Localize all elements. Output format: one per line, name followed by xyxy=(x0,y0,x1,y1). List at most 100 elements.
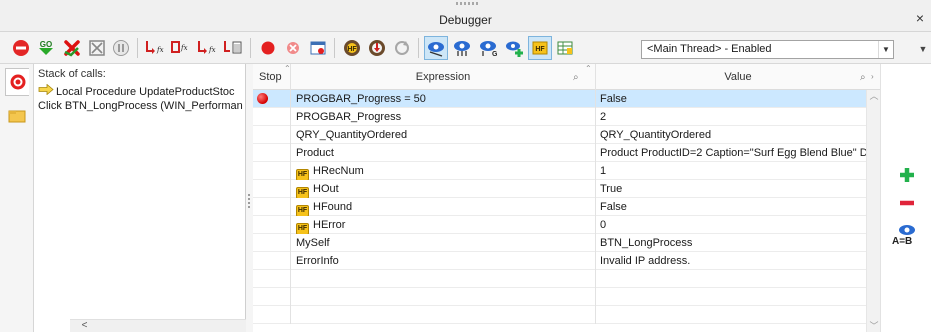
expression-cell[interactable]: HF HOut xyxy=(291,180,596,198)
search-icon[interactable]: ⌕ xyxy=(573,65,579,91)
go-button[interactable]: GO xyxy=(34,36,58,60)
column-header-stop[interactable]: Stop ⌃ xyxy=(253,64,291,90)
table-row[interactable]: HF HError 0 xyxy=(253,216,880,234)
value-cell[interactable]: BTN_LongProcess xyxy=(596,234,866,252)
table-row[interactable]: Product Product ProductID=2 Caption="Sur… xyxy=(253,144,880,162)
call-stack-row[interactable]: Click BTN_LongProcess (WIN_Performan xyxy=(38,99,244,114)
table-row[interactable]: QRY_QuantityOrdered QRY_QuantityOrdered xyxy=(253,126,880,144)
right-action-bar: A=B xyxy=(880,64,931,332)
tab-stack[interactable] xyxy=(5,68,29,96)
call-stack-row-label: Click BTN_LongProcess (WIN_Performan xyxy=(38,100,243,112)
table-row[interactable]: HF HOut True xyxy=(253,180,880,198)
stop-cell[interactable] xyxy=(253,288,291,306)
trace-button[interactable] xyxy=(365,36,389,60)
chevron-down-icon[interactable]: ﹀ xyxy=(867,320,881,332)
expression-text: HRecNum xyxy=(313,165,364,177)
stop-cell[interactable] xyxy=(253,252,291,270)
stop-cell[interactable] xyxy=(253,216,291,234)
watch-local-button[interactable]: G xyxy=(476,36,500,60)
breakpoint-icon[interactable] xyxy=(257,93,268,104)
search-icon[interactable]: ⌕ xyxy=(860,65,866,91)
stop-cell[interactable] xyxy=(253,234,291,252)
value-cell[interactable]: 2 xyxy=(596,108,866,126)
empty-row[interactable] xyxy=(253,270,880,288)
expression-cell[interactable]: ErrorInfo xyxy=(291,252,596,270)
table-row[interactable]: PROGBAR_Progress = 50 False xyxy=(253,90,880,108)
remove-expression-button[interactable] xyxy=(895,192,919,214)
step-over-button[interactable]: fx xyxy=(169,36,193,60)
chevron-up-icon[interactable]: ︿ xyxy=(867,90,881,102)
table-row[interactable]: HF HRecNum 1 xyxy=(253,162,880,180)
thread-select[interactable]: <Main Thread> - Enabled ▼ xyxy=(641,40,894,59)
chevron-down-icon[interactable]: ▼ xyxy=(878,41,893,58)
expression-cell[interactable]: MySelf xyxy=(291,234,596,252)
stop-cell[interactable] xyxy=(253,126,291,144)
expression-cell[interactable]: PROGBAR_Progress xyxy=(291,108,596,126)
value-cell[interactable]: False xyxy=(596,198,866,216)
watch-button[interactable] xyxy=(424,36,448,60)
column-header-expression[interactable]: Expression ⌕ ⌃ xyxy=(291,64,596,90)
expression-cell[interactable]: HF HRecNum xyxy=(291,162,596,180)
stop-cell[interactable] xyxy=(253,144,291,162)
step-out-button[interactable]: fx xyxy=(195,36,219,60)
tab-folder[interactable] xyxy=(5,102,29,130)
expression-cell[interactable]: PROGBAR_Progress = 50 xyxy=(291,90,596,108)
value-cell[interactable]: Invalid IP address. xyxy=(596,252,866,270)
clear-breakpoints-button[interactable] xyxy=(281,36,305,60)
column-header-value[interactable]: Value ⌕ › xyxy=(596,64,880,90)
toggle-breakpoint-button[interactable] xyxy=(256,36,280,60)
table-row[interactable]: HF HFound False xyxy=(253,198,880,216)
value-cell[interactable]: True xyxy=(596,180,866,198)
end-button[interactable] xyxy=(85,36,109,60)
table-toggle-button[interactable] xyxy=(553,36,577,60)
hf-trace-button[interactable]: HF xyxy=(340,36,364,60)
value-cell[interactable]: 1 xyxy=(596,162,866,180)
stop-cell[interactable] xyxy=(253,306,291,324)
stop-debug-button[interactable] xyxy=(9,36,33,60)
watch-all-button[interactable] xyxy=(450,36,474,60)
toolbar-overflow-icon[interactable]: ▼ xyxy=(917,42,929,56)
add-expression-button[interactable] xyxy=(895,164,919,186)
step-into-button[interactable]: fx xyxy=(143,36,167,60)
run-to-cursor-icon xyxy=(224,41,242,54)
stop-cell[interactable] xyxy=(253,270,291,288)
expression-cell[interactable] xyxy=(291,288,596,306)
stop-cell[interactable] xyxy=(253,90,291,108)
value-cell[interactable]: 0 xyxy=(596,216,866,234)
call-stack-title: Stack of calls: xyxy=(38,68,106,80)
add-watch-button[interactable] xyxy=(502,36,526,60)
minus-icon xyxy=(900,200,914,206)
expression-cell[interactable] xyxy=(291,270,596,288)
column-header-stop-label: Stop xyxy=(259,71,282,83)
drag-grip[interactable] xyxy=(456,2,478,5)
expression-cell[interactable]: HF HFound xyxy=(291,198,596,216)
empty-row[interactable] xyxy=(253,306,880,324)
expression-cell[interactable]: Product xyxy=(291,144,596,162)
close-button[interactable]: × xyxy=(913,11,927,25)
vertical-scrollbar[interactable]: ︿ ﹀ xyxy=(866,90,880,332)
stop-cell[interactable] xyxy=(253,162,291,180)
value-cell[interactable]: False xyxy=(596,90,866,108)
run-to-cursor-button[interactable] xyxy=(221,36,245,60)
refresh-button[interactable] xyxy=(390,36,414,60)
sort-icon: ⌃ xyxy=(585,64,592,73)
value-cell[interactable]: QRY_QuantityOrdered xyxy=(596,126,866,144)
stop-cell[interactable] xyxy=(253,180,291,198)
expression-cell[interactable]: HF HError xyxy=(291,216,596,234)
stop-cell[interactable] xyxy=(253,198,291,216)
stop-cell[interactable] xyxy=(253,108,291,126)
chevron-left-icon[interactable]: < xyxy=(78,320,91,332)
cancel-button[interactable] xyxy=(60,36,84,60)
expression-cell[interactable]: QRY_QuantityOrdered xyxy=(291,126,596,144)
hf-toggle-button[interactable]: HF xyxy=(528,36,552,60)
code-window-button[interactable] xyxy=(306,36,330,60)
panel-splitter[interactable] xyxy=(246,64,253,332)
table-row[interactable]: MySelf BTN_LongProcess xyxy=(253,234,880,252)
table-row[interactable]: ErrorInfo Invalid IP address. xyxy=(253,252,880,270)
value-cell[interactable]: Product ProductID=2 Caption="Surf Egg Bl… xyxy=(596,144,866,162)
empty-row[interactable] xyxy=(253,288,880,306)
table-row[interactable]: PROGBAR_Progress 2 xyxy=(253,108,880,126)
pause-button[interactable] xyxy=(109,36,133,60)
call-stack-row[interactable]: Local Procedure UpdateProductStoc xyxy=(38,84,244,99)
expression-cell[interactable] xyxy=(291,306,596,324)
